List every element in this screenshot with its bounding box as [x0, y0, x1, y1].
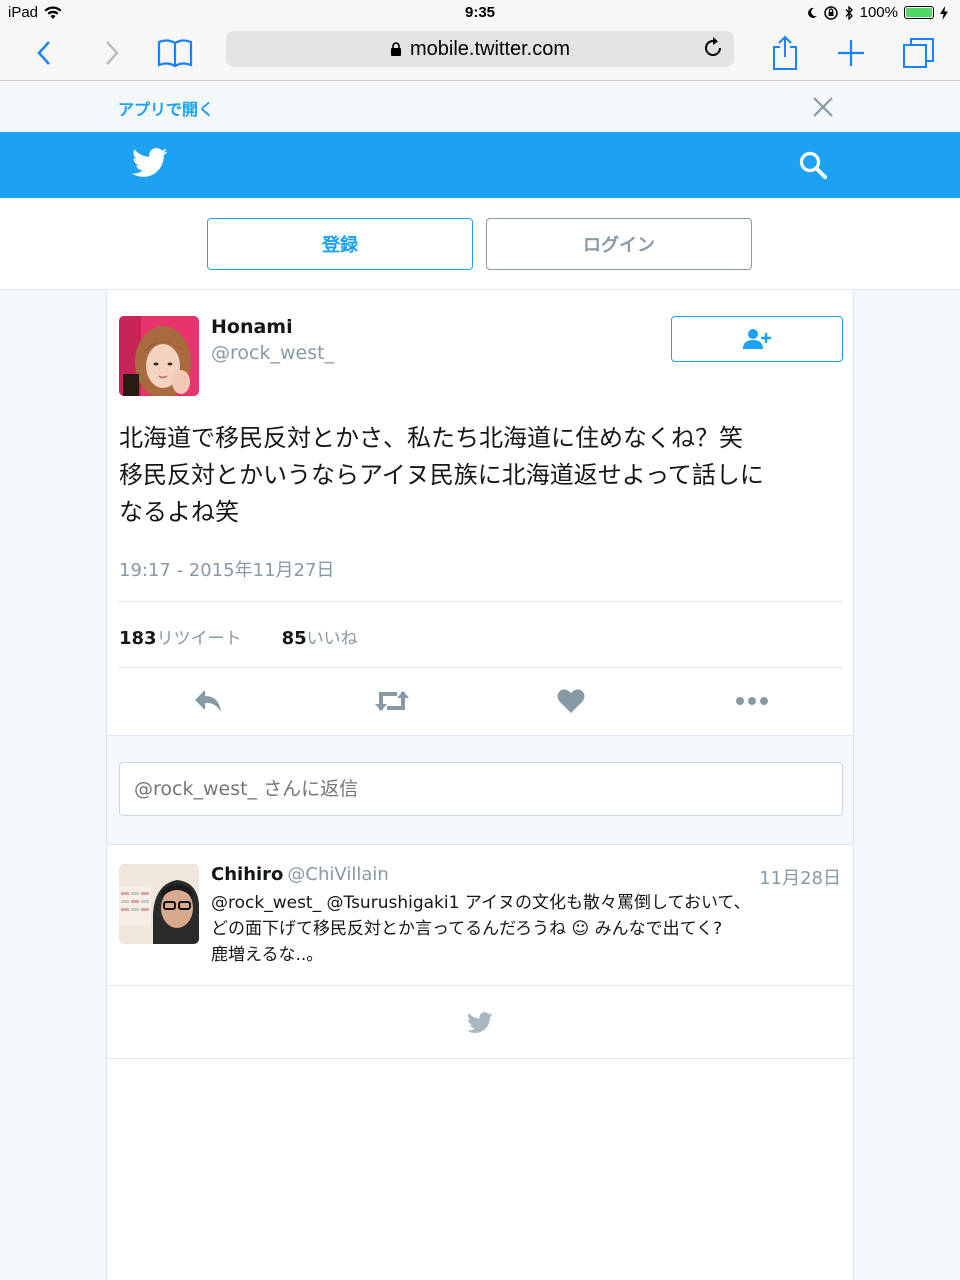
status-right: 100% [806, 4, 948, 21]
reply-date[interactable]: 11月28日 [759, 864, 841, 890]
reply-text-line: @rock_west_ @Tsurushigaki1 アイヌの文化も散々罵倒して… [211, 893, 751, 913]
tabs-button[interactable] [902, 31, 936, 75]
reply-author-name: Chihiro [211, 864, 284, 885]
tabs-icon [903, 38, 934, 68]
back-icon [37, 41, 50, 65]
orientation-lock-icon [823, 5, 838, 20]
close-icon[interactable] [810, 94, 836, 120]
battery-icon [904, 6, 934, 19]
address-bar[interactable]: mobile.twitter.com [226, 31, 734, 67]
tweet-author-name[interactable]: Honami [211, 316, 293, 338]
tweet-text-line: なるよね笑 [119, 498, 239, 526]
tweet-text: 北海道で移民反対とかさ、私たち北海道に住めなくね？笑 移民反対とかいうならアイヌ… [119, 420, 843, 531]
battery-percent: 100% [859, 4, 898, 21]
search-icon[interactable] [798, 150, 828, 180]
like-count: 85 [281, 628, 307, 649]
divider [119, 601, 843, 602]
app-banner: アプリで開く [0, 82, 960, 132]
reply-input[interactable] [119, 762, 843, 816]
lock-icon [390, 41, 401, 56]
new-tab-button[interactable] [836, 31, 866, 75]
twitter-bird-icon [467, 1011, 493, 1033]
divider [119, 667, 843, 668]
twitter-bird-icon[interactable] [132, 148, 168, 178]
charging-icon [940, 5, 948, 20]
share-icon [773, 35, 797, 70]
auth-bar: 登録 ログイン [0, 198, 960, 290]
tweet-text-line: 移民反対とかいうならアイヌ民族に北海道返せよって話しに [119, 461, 764, 489]
avatar-image [119, 864, 199, 944]
reply-text-line: どの面下げて移民反対とか言ってるんだろうね ☺ みんなで出てく? [211, 919, 723, 939]
avatar-image [119, 316, 199, 396]
retweet-stat[interactable]: 183リツイート [119, 624, 242, 649]
retweet-icon[interactable] [373, 688, 411, 714]
reply-text: @rock_west_ @Tsurushigaki1 アイヌの文化も散々罵倒して… [211, 890, 841, 968]
reply-tweet[interactable]: Chihiro @ChiVillain 11月28日 @rock_west_ @T… [107, 846, 853, 986]
share-button[interactable] [770, 31, 800, 75]
open-in-app-link[interactable]: アプリで開く [118, 96, 214, 120]
login-button[interactable]: ログイン [486, 218, 752, 270]
reply-icon[interactable] [193, 688, 223, 714]
tweet-stats: 183リツイート 85いいね [119, 624, 358, 649]
retweet-count: 183 [119, 628, 157, 649]
like-stat[interactable]: 85いいね [282, 624, 358, 649]
follow-button[interactable] [671, 316, 843, 362]
tweet-text-line: 北海道で移民反対とかさ、私たち北海道に住めなくね？笑 [119, 424, 743, 452]
bluetooth-icon [845, 5, 853, 20]
forward-button[interactable] [98, 31, 126, 75]
reply-author-handle: @ChiVillain [287, 864, 389, 885]
tweet-actions [107, 670, 853, 734]
bookmarks-icon [157, 39, 193, 68]
status-bar: iPad 9:35 100% [0, 0, 960, 26]
tweet-card: Honami @rock_west_ 北海道で移民反対とかさ、私たち北海道に住め… [106, 290, 854, 1280]
retweet-label: リツイート [156, 629, 242, 649]
tweet-author-handle[interactable]: @rock_west_ [211, 342, 334, 364]
add-user-icon [743, 329, 771, 349]
reply-area [107, 735, 853, 845]
new-tab-icon [838, 40, 864, 66]
forward-icon [106, 41, 119, 65]
url-text: mobile.twitter.com [409, 37, 571, 60]
twitter-header [0, 132, 960, 198]
reply-text-line: 鹿増えるな..。 [211, 945, 324, 965]
moon-icon [807, 7, 817, 18]
bookmarks-button[interactable] [156, 31, 194, 75]
battery-fill [906, 8, 932, 17]
reload-icon[interactable] [700, 35, 726, 61]
signup-button[interactable]: 登録 [207, 218, 473, 270]
timeline-end [107, 987, 853, 1059]
tweet-timestamp[interactable]: 19:17 - 2015年11月27日 [119, 556, 334, 582]
avatar[interactable] [119, 864, 199, 944]
browser-toolbar: mobile.twitter.com [0, 26, 960, 81]
like-label: いいね [306, 629, 358, 649]
reply-author[interactable]: Chihiro @ChiVillain [211, 864, 389, 885]
like-icon[interactable] [557, 688, 585, 714]
more-icon[interactable] [735, 688, 769, 714]
avatar[interactable] [119, 316, 199, 396]
back-button[interactable] [30, 31, 58, 75]
